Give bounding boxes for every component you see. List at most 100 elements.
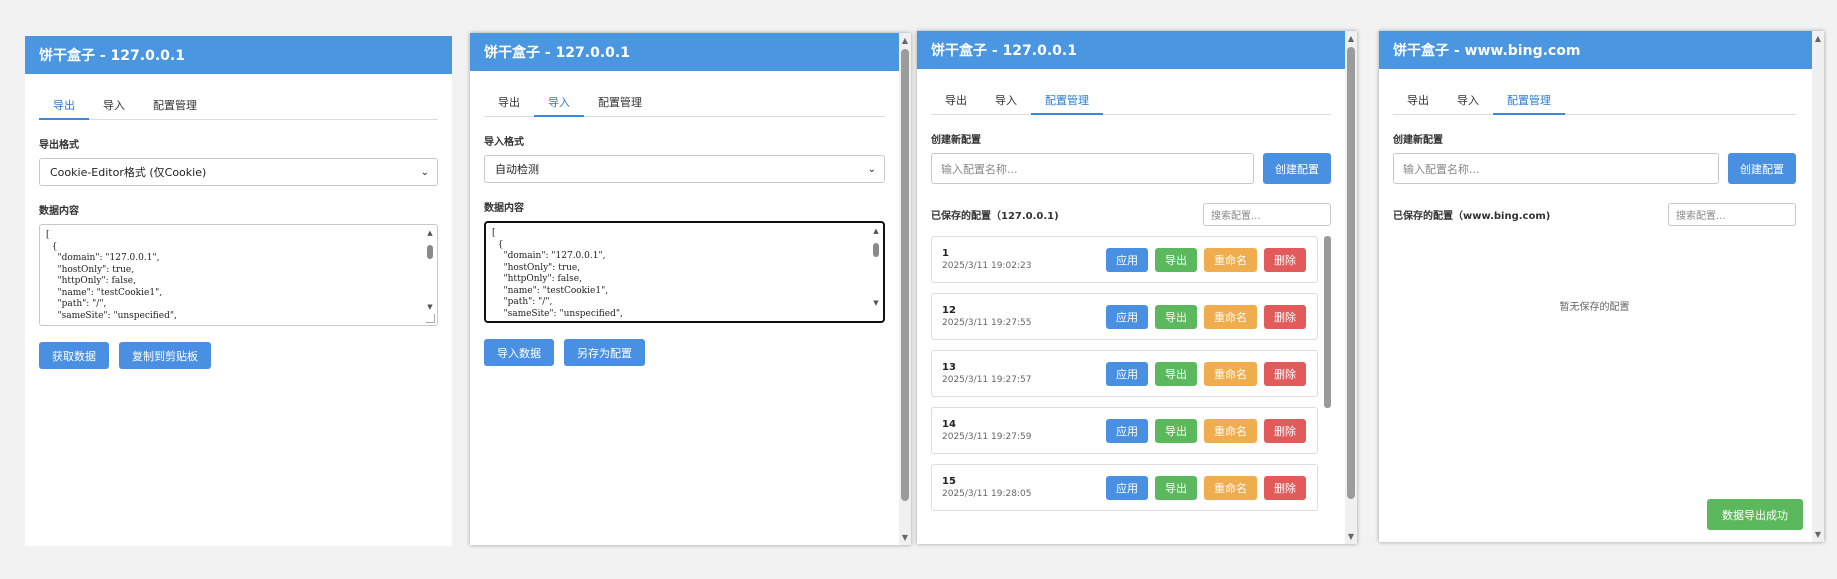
config-name-input[interactable]: 输入配置名称...	[1393, 153, 1719, 184]
data-textarea[interactable]: [ { "domain": "127.0.0.1", "hostOnly": t…	[484, 221, 885, 323]
scroll-up-icon[interactable]: ▲	[1345, 34, 1357, 43]
create-config-button[interactable]: 创建配置	[1728, 153, 1796, 184]
rename-button[interactable]: 重命名	[1204, 247, 1257, 272]
tab-import[interactable]: 导入	[1443, 92, 1493, 114]
tab-import[interactable]: 导入	[89, 97, 139, 119]
delete-button[interactable]: 删除	[1264, 361, 1306, 386]
config-date: 2025/3/11 19:27:55	[942, 318, 1032, 328]
scroll-thumb[interactable]	[1324, 236, 1331, 408]
scroll-thumb[interactable]	[427, 245, 433, 259]
delete-button[interactable]: 删除	[1264, 304, 1306, 329]
scroll-up-icon[interactable]: ▲	[1812, 34, 1824, 43]
delete-button[interactable]: 删除	[1264, 418, 1306, 443]
import-panel: 饼干盒子 - 127.0.0.1 导出 导入 配置管理 导入格式 自动检测 ⌄ …	[470, 33, 911, 545]
export-button[interactable]: 导出	[1155, 475, 1197, 500]
scroll-down-icon[interactable]: ▼	[872, 299, 880, 307]
data-textarea[interactable]: [ { "domain": "127.0.0.1", "hostOnly": t…	[39, 224, 438, 326]
import-format-select[interactable]: 自动检测 ⌄	[484, 155, 885, 183]
apply-button[interactable]: 应用	[1106, 475, 1148, 500]
save-as-config-button[interactable]: 另存为配置	[564, 339, 645, 366]
tab-export[interactable]: 导出	[931, 92, 981, 114]
fetch-data-button[interactable]: 获取数据	[39, 342, 109, 369]
tab-export[interactable]: 导出	[484, 94, 534, 116]
config-name: 14	[942, 419, 956, 430]
copy-to-clipboard-button[interactable]: 复制到剪贴板	[119, 342, 211, 369]
create-config-label: 创建新配置	[931, 135, 981, 146]
window-scrollbar[interactable]: ▲ ▼	[899, 33, 911, 545]
search-config-input[interactable]: 搜索配置...	[1668, 203, 1796, 226]
create-config-label: 创建新配置	[1393, 135, 1443, 146]
panel-title: 饼干盒子 - www.bing.com	[1379, 31, 1824, 69]
data-text: [ { "domain": "127.0.0.1", "hostOnly": t…	[492, 228, 623, 319]
export-button[interactable]: 导出	[1155, 418, 1197, 443]
scroll-thumb[interactable]	[873, 243, 879, 257]
rename-button[interactable]: 重命名	[1204, 304, 1257, 329]
rename-button[interactable]: 重命名	[1204, 361, 1257, 386]
chevron-down-icon: ⌄	[867, 163, 876, 175]
apply-button[interactable]: 应用	[1106, 418, 1148, 443]
list-scrollbar[interactable]	[1324, 236, 1331, 528]
tab-config[interactable]: 配置管理	[139, 97, 211, 119]
tab-config[interactable]: 配置管理	[1031, 92, 1103, 115]
config-name: 13	[942, 362, 956, 373]
tab-config[interactable]: 配置管理	[584, 94, 656, 116]
format-label: 导入格式	[484, 137, 524, 148]
select-value: Cookie-Editor格式 (仅Cookie)	[50, 166, 207, 179]
scroll-up-icon[interactable]: ▲	[426, 229, 434, 237]
window-scrollbar[interactable]: ▲ ▼	[1345, 31, 1357, 544]
rename-button[interactable]: 重命名	[1204, 418, 1257, 443]
config-list: 1 2025/3/11 19:02:23 应用 导出 重命名 删除 12 202…	[931, 236, 1331, 528]
scroll-up-icon[interactable]: ▲	[899, 36, 911, 45]
format-label: 导出格式	[39, 140, 79, 151]
config-panel-bing: 饼干盒子 - www.bing.com 导出 导入 配置管理 创建新配置 输入配…	[1379, 31, 1824, 542]
tab-bar: 导出 导入 配置管理	[484, 79, 885, 117]
config-name: 15	[942, 476, 956, 487]
delete-button[interactable]: 删除	[1264, 247, 1306, 272]
saved-configs-label: 已保存的配置（www.bing.com)	[1393, 211, 1551, 222]
saved-configs-label: 已保存的配置（127.0.0.1)	[931, 211, 1059, 222]
textarea-scrollbar[interactable]: ▲ ▼	[872, 227, 880, 307]
window-scrollbar[interactable]: ▲ ▼	[1812, 31, 1824, 542]
scroll-down-icon[interactable]: ▼	[426, 303, 434, 311]
scroll-down-icon[interactable]: ▼	[1345, 532, 1357, 541]
scroll-thumb[interactable]	[1347, 47, 1355, 499]
config-date: 2025/3/11 19:27:59	[942, 432, 1032, 442]
scroll-up-icon[interactable]: ▲	[872, 227, 880, 235]
scroll-down-icon[interactable]: ▼	[1812, 530, 1824, 539]
chevron-down-icon: ⌄	[420, 166, 429, 178]
config-date: 2025/3/11 19:02:23	[942, 261, 1032, 271]
resize-grip-icon[interactable]	[426, 314, 435, 323]
scroll-thumb[interactable]	[901, 49, 909, 501]
create-config-button[interactable]: 创建配置	[1263, 153, 1331, 184]
textarea-scrollbar[interactable]: ▲ ▼	[426, 229, 434, 311]
tab-import[interactable]: 导入	[534, 94, 584, 117]
tab-export[interactable]: 导出	[1393, 92, 1443, 114]
tab-bar: 导出 导入 配置管理	[931, 77, 1331, 115]
tab-config[interactable]: 配置管理	[1493, 92, 1565, 115]
export-button[interactable]: 导出	[1155, 361, 1197, 386]
config-date: 2025/3/11 19:27:57	[942, 375, 1032, 385]
list-item: 15 2025/3/11 19:28:05 应用 导出 重命名 删除	[931, 464, 1318, 511]
data-label: 数据内容	[484, 203, 524, 214]
tab-export[interactable]: 导出	[39, 97, 89, 120]
rename-button[interactable]: 重命名	[1204, 475, 1257, 500]
empty-state-text: 暂无保存的配置	[1559, 302, 1630, 313]
import-data-button[interactable]: 导入数据	[484, 339, 554, 366]
delete-button[interactable]: 删除	[1264, 475, 1306, 500]
tab-import[interactable]: 导入	[981, 92, 1031, 114]
data-label: 数据内容	[39, 206, 79, 217]
apply-button[interactable]: 应用	[1106, 304, 1148, 329]
data-text: [ { "domain": "127.0.0.1", "hostOnly": t…	[46, 230, 177, 321]
config-date: 2025/3/11 19:28:05	[942, 489, 1032, 499]
panel-title: 饼干盒子 - 127.0.0.1	[470, 33, 911, 71]
apply-button[interactable]: 应用	[1106, 247, 1148, 272]
search-config-input[interactable]: 搜索配置...	[1203, 203, 1331, 226]
apply-button[interactable]: 应用	[1106, 361, 1148, 386]
export-format-select[interactable]: Cookie-Editor格式 (仅Cookie) ⌄	[39, 158, 438, 186]
scroll-down-icon[interactable]: ▼	[899, 533, 911, 542]
export-button[interactable]: 导出	[1155, 304, 1197, 329]
config-panel: 饼干盒子 - 127.0.0.1 导出 导入 配置管理 创建新配置 输入配置名称…	[917, 31, 1357, 544]
export-button[interactable]: 导出	[1155, 247, 1197, 272]
config-name: 1	[942, 248, 949, 259]
config-name-input[interactable]: 输入配置名称...	[931, 153, 1254, 184]
